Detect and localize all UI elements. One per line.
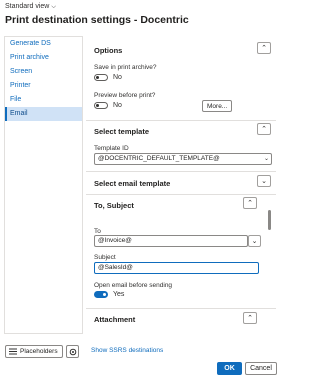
cancel-button[interactable]: Cancel (245, 362, 277, 375)
to-input[interactable]: @Invoice@ (94, 235, 248, 247)
options-collapse-button[interactable]: ⌃ (257, 42, 271, 54)
save-in-archive-label: Save in print archive? (94, 64, 157, 71)
destination-nav: Generate DS Print archive Screen Printer… (4, 36, 83, 334)
to-subject-section-title: To, Subject (94, 201, 134, 210)
settings-panel: Options ⌃ Save in print archive? No Prev… (86, 36, 276, 334)
template-id-select[interactable]: @DOCENTRIC_DEFAULT_TEMPLATE@ ⌄ (94, 153, 272, 165)
nav-item-printer[interactable]: Printer (5, 79, 82, 93)
show-ssrs-destinations-link[interactable]: Show SSRS destinations (91, 347, 163, 354)
preview-before-print-value: No (113, 102, 122, 109)
chevron-up-icon: ⌃ (247, 199, 253, 207)
open-email-label: Open email before sending (94, 282, 173, 289)
ok-button[interactable]: OK (217, 362, 242, 375)
save-in-archive-value: No (113, 74, 122, 81)
to-value: @Invoice@ (98, 237, 132, 244)
view-selector[interactable]: Standard view ⌵ (5, 3, 56, 11)
chevron-down-icon: ⌄ (251, 237, 258, 245)
options-section-title: Options (94, 46, 123, 55)
subject-value: @SalesId@ (98, 264, 133, 271)
open-email-toggle[interactable] (94, 291, 108, 298)
section-divider (86, 194, 276, 195)
chevron-down-icon: ⌄ (261, 177, 267, 185)
template-id-label: Template ID (94, 145, 129, 152)
attachment-section-title: Attachment (94, 315, 136, 324)
select-email-template-section-title: Select email template (94, 179, 171, 188)
preview-before-print-toggle[interactable] (94, 102, 108, 109)
to-label: To (94, 228, 101, 235)
list-icon (9, 348, 17, 355)
section-divider (86, 171, 276, 172)
placeholders-button[interactable]: Placeholders (5, 345, 63, 358)
nav-item-screen[interactable]: Screen (5, 65, 82, 79)
chevron-down-icon: ⌄ (263, 156, 269, 162)
nav-item-print-archive[interactable]: Print archive (5, 51, 82, 65)
section-divider (86, 120, 276, 121)
open-email-value: Yes (113, 291, 125, 298)
preview-before-print-label: Preview before print? (94, 92, 156, 99)
chevron-down-icon: ⌵ (51, 4, 56, 10)
to-subject-collapse-button[interactable]: ⌃ (243, 197, 257, 209)
view-selector-label: Standard view (5, 3, 50, 10)
section-divider (86, 308, 276, 309)
gear-icon (69, 348, 76, 355)
settings-button[interactable] (66, 345, 79, 358)
save-in-archive-toggle[interactable] (94, 74, 108, 81)
subject-label: Subject (94, 254, 116, 261)
select-template-collapse-button[interactable]: ⌃ (257, 123, 271, 135)
scrollbar-thumb[interactable] (268, 210, 271, 230)
nav-item-generate-ds[interactable]: Generate DS (5, 37, 82, 51)
attachment-collapse-button[interactable]: ⌃ (243, 312, 257, 324)
subject-input[interactable]: @SalesId@ (94, 262, 259, 274)
dialog-title: Print destination settings - Docentric (5, 14, 189, 26)
more-button[interactable]: More... (202, 100, 233, 112)
template-id-value: @DOCENTRIC_DEFAULT_TEMPLATE@ (98, 155, 220, 162)
nav-item-email[interactable]: Email (5, 107, 82, 121)
select-email-template-expand-button[interactable]: ⌄ (257, 175, 271, 187)
select-template-section-title: Select template (94, 127, 150, 136)
placeholders-label: Placeholders (20, 348, 58, 355)
chevron-up-icon: ⌃ (261, 125, 267, 133)
chevron-up-icon: ⌃ (261, 44, 267, 52)
chevron-up-icon: ⌃ (247, 314, 253, 322)
to-dropdown-button[interactable]: ⌄ (248, 235, 261, 247)
nav-item-file[interactable]: File (5, 93, 82, 107)
